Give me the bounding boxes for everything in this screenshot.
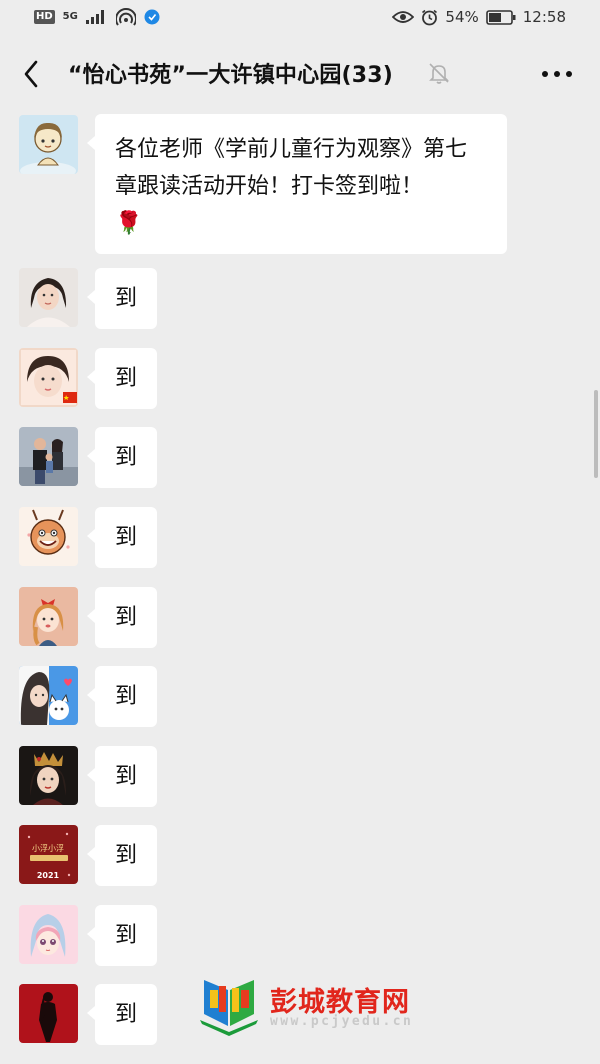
scrollbar[interactable]	[594, 390, 598, 478]
message-bubble[interactable]: 到	[87, 746, 157, 807]
battery-icon	[485, 9, 516, 25]
message-bubble[interactable]: 到	[87, 587, 157, 648]
chat-messages[interactable]: 各位老师《学前儿童行为观察》第七章跟读活动开始！打卡签到啦！ 🌹 到 到 到 到…	[0, 110, 600, 1064]
message-bubble[interactable]: 到	[87, 507, 157, 568]
avatar[interactable]	[19, 984, 78, 1043]
status-left: HD 5G	[34, 8, 160, 26]
network-label: 5G	[62, 11, 78, 22]
battery-percent: 54%	[445, 8, 479, 26]
message-bubble[interactable]: 到	[87, 427, 157, 488]
message-text: 到	[114, 1002, 137, 1027]
rose-emoji: 🌹	[115, 211, 143, 236]
message-bubble[interactable]: 到	[87, 348, 157, 409]
avatar[interactable]	[19, 587, 78, 646]
watermark-url: www.pcjyedu.cn	[270, 1014, 414, 1029]
avatar[interactable]	[19, 666, 78, 725]
avatar[interactable]	[19, 746, 78, 805]
message-bubble[interactable]: 到	[87, 905, 157, 966]
book-logo-icon	[200, 980, 258, 1036]
avatar[interactable]: 小浮小浮 2021	[19, 825, 78, 884]
eye-icon	[392, 11, 415, 23]
message-bubble[interactable]: 各位老师《学前儿童行为观察》第七章跟读活动开始！打卡签到啦！ 🌹	[87, 114, 507, 254]
avatar[interactable]	[19, 427, 78, 486]
message-text: 到	[114, 684, 137, 709]
hd-badge: HD	[34, 10, 55, 24]
status-right: 54% 12:58	[392, 8, 566, 26]
alarm-icon	[422, 9, 438, 25]
chat-header: “怡心书苑”一大许镇中心园(33)	[0, 38, 600, 110]
avatar[interactable]	[19, 115, 78, 174]
clock: 12:58	[522, 8, 566, 26]
message-text: 到	[114, 286, 137, 311]
message-text: 各位老师《学前儿童行为观察》第七章跟读活动开始！打卡签到啦！	[115, 137, 468, 199]
watermark: 彭城教育网 www.pcjyedu.cn	[196, 972, 446, 1036]
hotspot-icon	[115, 8, 136, 26]
message-text: 到	[114, 764, 137, 789]
message-text: 到	[114, 605, 137, 630]
message-text: 到	[114, 445, 137, 470]
message-bubble[interactable]: 到	[87, 825, 157, 886]
more-options-icon[interactable]	[540, 62, 574, 86]
message-text: 到	[114, 843, 137, 868]
avatar[interactable]	[19, 268, 78, 327]
avatar[interactable]	[19, 905, 78, 964]
message-bubble[interactable]: 到	[87, 268, 157, 329]
message-text: 到	[114, 923, 137, 948]
avatar-year: 2021	[37, 871, 60, 880]
status-bar: HD 5G 54% 12:58	[0, 0, 600, 38]
mute-bell-icon	[429, 63, 449, 84]
avatar[interactable]	[19, 348, 78, 407]
chat-title: “怡心书苑”一大许镇中心园(33)	[68, 63, 394, 88]
message-text: 到	[114, 366, 137, 391]
back-icon[interactable]	[18, 56, 46, 92]
avatar-text: 小浮小浮	[32, 843, 64, 853]
message-bubble[interactable]: 到	[87, 666, 157, 727]
signal-icon	[85, 10, 104, 24]
message-text: 到	[114, 525, 137, 550]
app-notification-icon	[144, 9, 160, 25]
avatar[interactable]	[19, 507, 78, 566]
message-bubble[interactable]: 到	[87, 984, 157, 1045]
